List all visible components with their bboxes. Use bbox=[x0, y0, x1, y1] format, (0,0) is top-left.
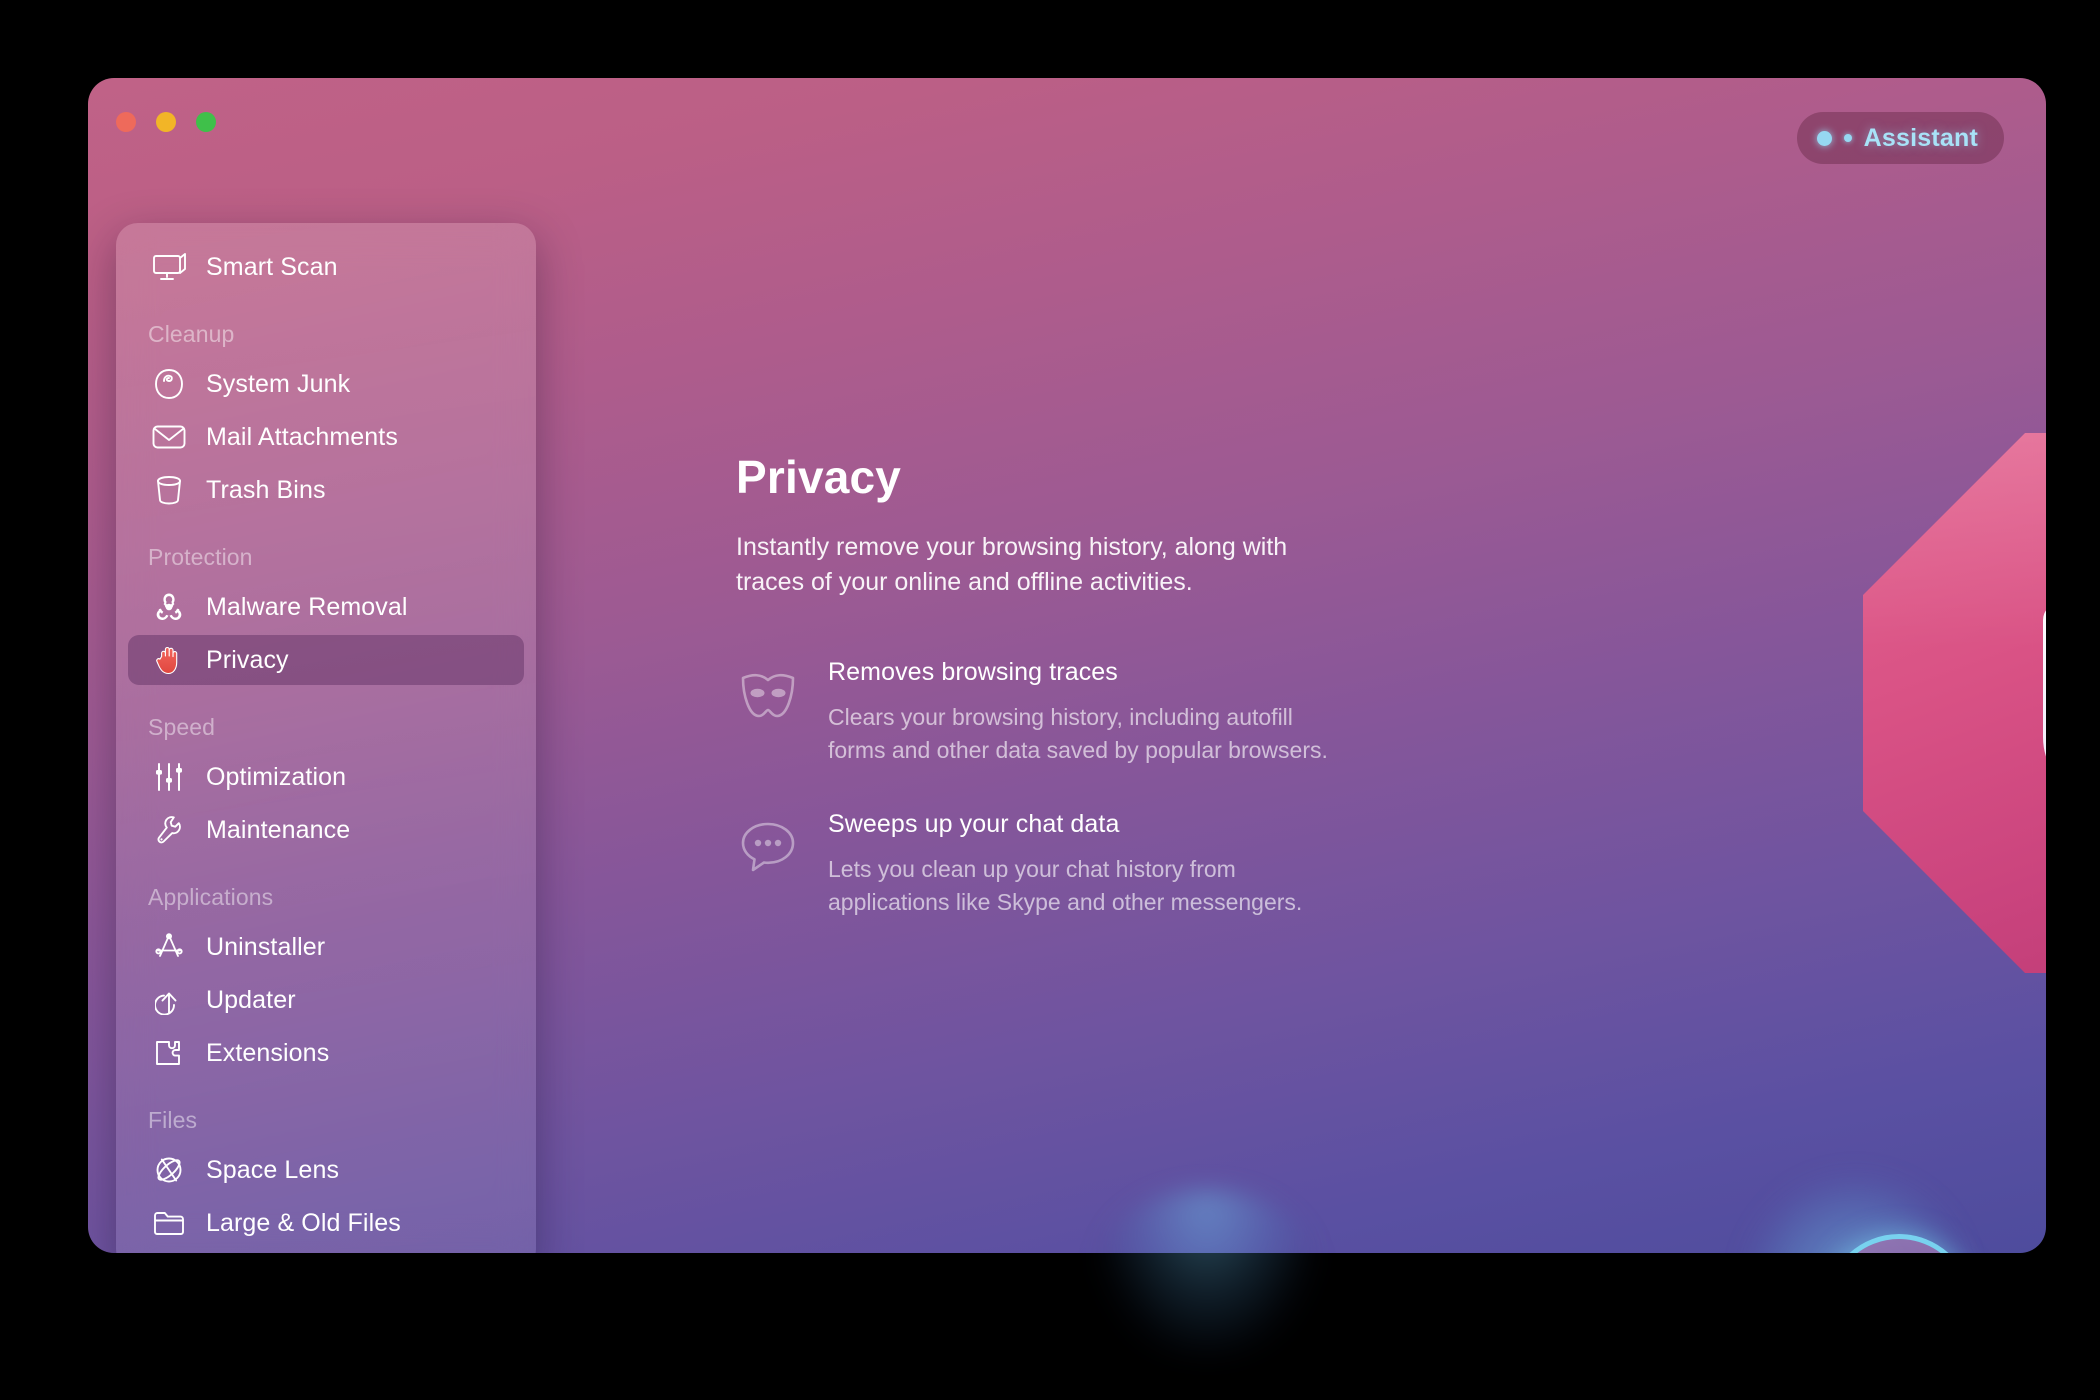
sidebar-section-cleanup: Cleanup bbox=[148, 321, 235, 347]
screen: Assistant Smart Scan Cleanup System Junk… bbox=[0, 0, 2100, 1400]
app-store-icon bbox=[148, 930, 190, 964]
sidebar-item-maintenance[interactable]: Maintenance bbox=[128, 805, 524, 855]
sidebar-item-malware-removal[interactable]: Malware Removal bbox=[128, 582, 524, 632]
privacy-illustration bbox=[1863, 433, 2046, 973]
sidebar-item-label: Uninstaller bbox=[206, 932, 326, 961]
zoom-window-button[interactable] bbox=[196, 112, 216, 132]
biohazard-icon bbox=[148, 590, 190, 624]
sidebar-section-files: Files bbox=[148, 1107, 198, 1133]
sidebar-item-trash-bins[interactable]: Trash Bins bbox=[128, 465, 524, 515]
sidebar-item-label: Updater bbox=[206, 985, 296, 1014]
feature-list: Removes browsing traces Clears your brow… bbox=[736, 658, 1376, 963]
sidebar-item-label: Privacy bbox=[206, 645, 289, 674]
sidebar-item-updater[interactable]: Updater bbox=[128, 975, 524, 1025]
smart-scan-icon bbox=[148, 250, 190, 284]
sidebar-section-applications: Applications bbox=[148, 884, 274, 910]
sidebar-item-label: System Junk bbox=[206, 369, 351, 398]
chat-bubble-icon bbox=[736, 816, 800, 878]
space-lens-icon bbox=[148, 1153, 190, 1187]
sidebar-item-extensions[interactable]: Extensions bbox=[128, 1028, 524, 1078]
desktop-background bbox=[0, 1253, 2100, 1400]
page-description: Instantly remove your browsing history, … bbox=[736, 533, 1288, 596]
app-window: Assistant Smart Scan Cleanup System Junk… bbox=[88, 78, 2046, 1253]
sidebar-item-label: Trash Bins bbox=[206, 475, 326, 504]
feature-description: Clears your browsing history, including … bbox=[828, 704, 1328, 763]
feature-title: Sweeps up your chat data bbox=[828, 810, 1120, 839]
sidebar-item-label: Smart Scan bbox=[206, 252, 338, 281]
update-arrow-icon bbox=[148, 983, 190, 1017]
sidebar-section-protection: Protection bbox=[148, 544, 253, 570]
sidebar-item-label: Optimization bbox=[206, 762, 347, 791]
feature-item: Sweeps up your chat data Lets you clean … bbox=[736, 810, 1376, 918]
sidebar-section-speed: Speed bbox=[148, 714, 216, 740]
close-window-button[interactable] bbox=[116, 112, 136, 132]
feature-item: Removes browsing traces Clears your brow… bbox=[736, 658, 1376, 766]
sidebar-item-privacy[interactable]: Privacy bbox=[128, 635, 524, 685]
sidebar-item-space-lens[interactable]: Space Lens bbox=[128, 1145, 524, 1195]
minimize-window-button[interactable] bbox=[156, 112, 176, 132]
page-title: Privacy bbox=[736, 451, 902, 503]
sidebar-item-label: Extensions bbox=[206, 1038, 330, 1067]
main-content: Privacy Instantly remove your browsing h… bbox=[648, 78, 2046, 1253]
mail-icon bbox=[148, 420, 190, 454]
sidebar: Smart Scan Cleanup System Junk Mail Atta… bbox=[116, 223, 536, 1253]
sidebar-item-large-and-old-files[interactable]: Large & Old Files bbox=[128, 1198, 524, 1248]
folder-icon bbox=[148, 1206, 190, 1240]
feature-title: Removes browsing traces bbox=[828, 658, 1118, 686]
sliders-icon bbox=[148, 760, 190, 794]
sidebar-item-label: Large & Old Files bbox=[206, 1208, 401, 1237]
sidebar-item-label: Space Lens bbox=[206, 1155, 340, 1184]
window-controls bbox=[116, 112, 216, 132]
sidebar-item-mail-attachments[interactable]: Mail Attachments bbox=[128, 412, 524, 462]
sidebar-item-optimization[interactable]: Optimization bbox=[128, 752, 524, 802]
raised-hand-icon bbox=[148, 643, 190, 677]
sidebar-item-uninstaller[interactable]: Uninstaller bbox=[128, 922, 524, 972]
sidebar-item-system-junk[interactable]: System Junk bbox=[128, 359, 524, 409]
wrench-icon bbox=[148, 813, 190, 847]
sidebar-item-label: Mail Attachments bbox=[206, 422, 398, 451]
sidebar-item-label: Maintenance bbox=[206, 815, 351, 844]
sidebar-item-label: Malware Removal bbox=[206, 592, 408, 621]
sidebar-item-smart-scan[interactable]: Smart Scan bbox=[128, 242, 524, 292]
puzzle-piece-icon bbox=[148, 1036, 190, 1070]
mask-icon bbox=[736, 664, 800, 726]
scan-button-outer-glow bbox=[1094, 1190, 1320, 1360]
stop-hand-icon bbox=[2043, 610, 2046, 757]
trash-bin-icon bbox=[148, 473, 190, 507]
system-junk-icon bbox=[148, 367, 190, 401]
feature-description: Lets you clean up your chat history from… bbox=[828, 856, 1303, 915]
